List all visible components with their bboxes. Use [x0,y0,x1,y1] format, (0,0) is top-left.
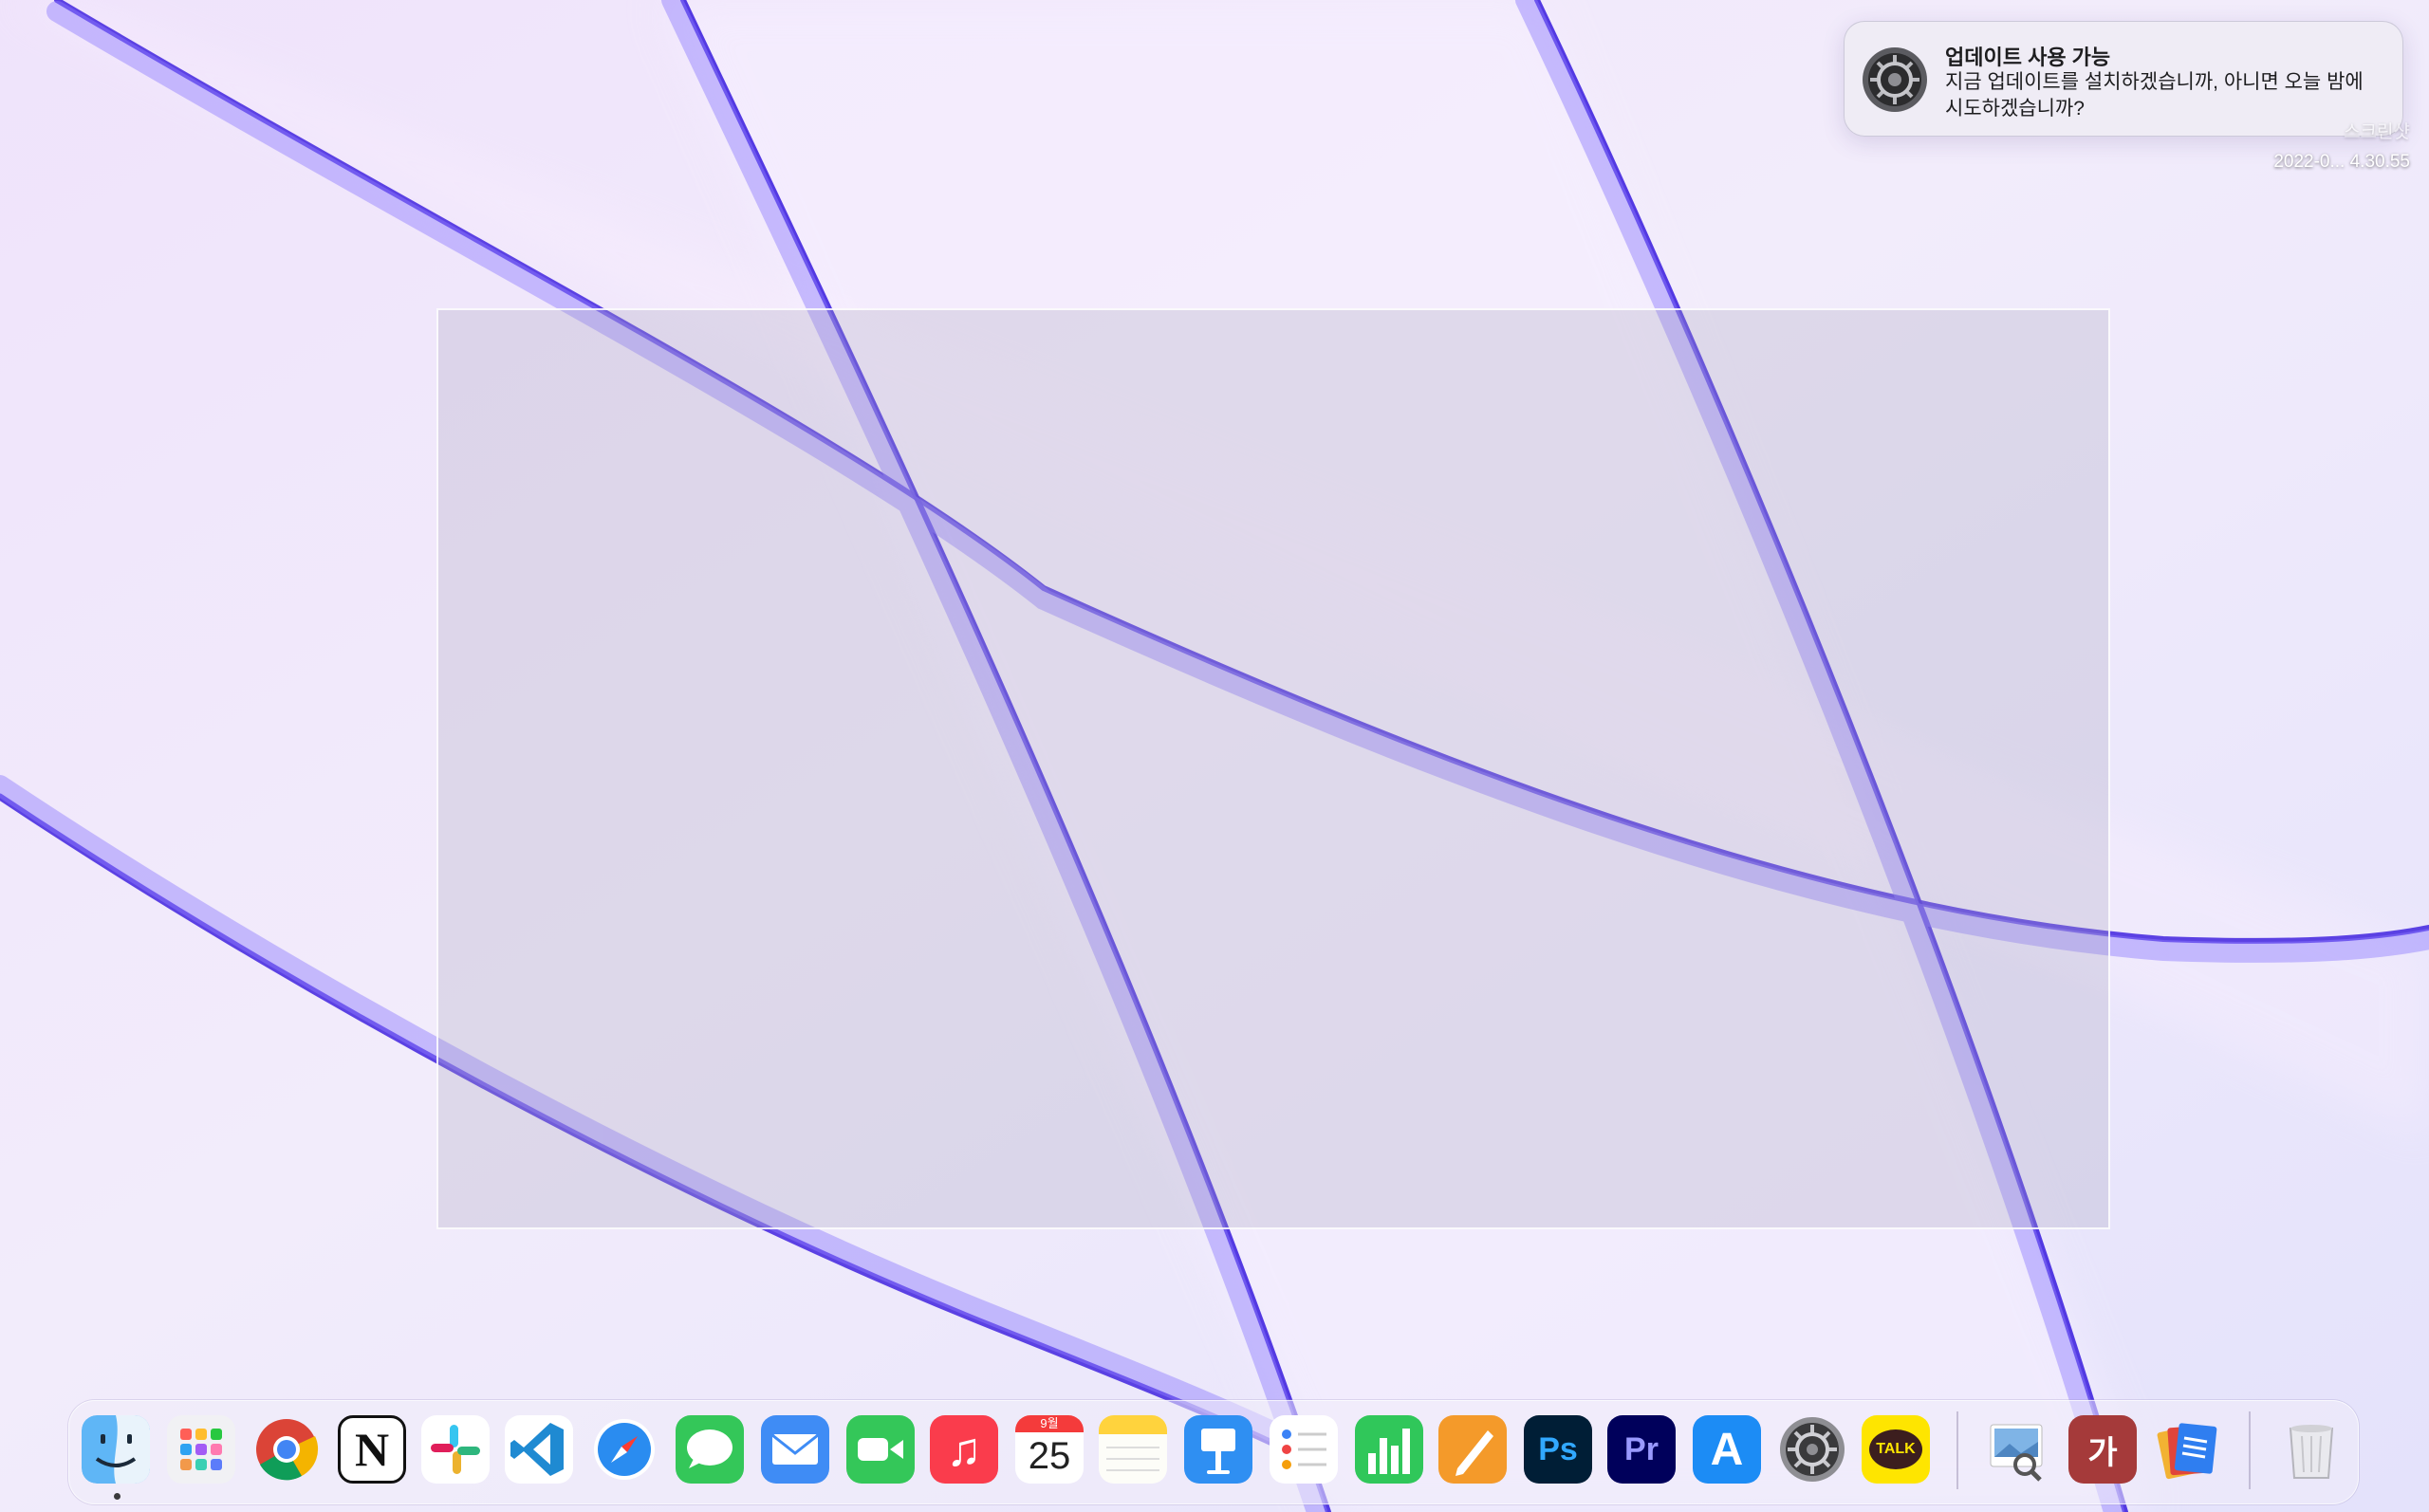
dock-premiere[interactable]: Pr [1607,1415,1676,1484]
reminders-icon [1282,1429,1326,1469]
dock-photoshop[interactable]: Ps [1524,1415,1592,1484]
preview-icon [1990,1424,2043,1482]
finder-icon [82,1415,150,1484]
trash-icon [2289,1425,2334,1479]
calendar-day: 25 [1028,1435,1071,1477]
dock-trash[interactable] [2277,1415,2346,1484]
calendar-month: 9월 [1015,1415,1084,1432]
dock-keynote[interactable] [1184,1415,1252,1484]
dock-slack[interactable] [421,1415,490,1484]
dock-music[interactable]: ♫ [930,1415,998,1484]
dock-separator [2249,1411,2251,1489]
system-preferences-icon [1780,1417,1845,1482]
notification-body: 지금 업데이트를 설치하겠습니까, 아니면 오늘 밤에 시도하겠습니까? [1945,71,2364,120]
dock-launchpad[interactable] [167,1415,235,1484]
dock-mail[interactable] [761,1415,829,1484]
safari-icon [594,1419,655,1480]
vscode-icon [510,1423,564,1476]
documents-stack-icon [2157,1423,2217,1480]
dock-safari[interactable] [590,1415,658,1484]
slack-icon [431,1425,480,1474]
finder-running-indicator [114,1493,121,1500]
dock-separator [1956,1411,1958,1489]
dock-finder[interactable] [82,1415,150,1484]
screenshot-thumbnail-name[interactable]: 스크린샷 [2258,118,2410,143]
dock-pages[interactable] [1438,1415,1507,1484]
dock-notes[interactable] [1099,1415,1167,1484]
dock-numbers[interactable] [1355,1415,1423,1484]
premiere-icon: Pr [1624,1430,1659,1467]
dock-messages[interactable] [676,1415,744,1484]
system-preferences-gear-icon [1863,47,1927,112]
messages-icon [687,1429,732,1468]
dictionary-icon: 가 [2087,1434,2118,1471]
launchpad-icon [180,1429,222,1470]
dock-notion[interactable]: N [338,1415,406,1484]
dock-documents-stack[interactable] [2152,1415,2220,1484]
dock-calendar[interactable]: 9월 25 [1015,1415,1084,1484]
pages-icon [1456,1430,1493,1476]
dock-chrome[interactable] [252,1415,321,1484]
music-icon: ♫ [946,1423,982,1476]
kakaotalk-icon: TALK [1869,1429,1922,1469]
app-store-icon: A [1710,1424,1744,1475]
chrome-icon [256,1419,319,1481]
screenshot-thumbnail-date[interactable]: 2022-0... 4.30.55 [2258,152,2410,173]
keynote-icon [1201,1429,1235,1474]
dock-dictionary[interactable]: 가 [2068,1415,2137,1484]
notion-icon: N [354,1423,390,1476]
notification-title: 업데이트 사용 가능 [1945,46,2111,69]
notes-icon [1099,1415,1167,1471]
facetime-icon [858,1438,903,1461]
dock-app-store[interactable]: A [1693,1415,1761,1484]
screenshot-selection-area[interactable] [436,308,2110,1229]
dock-facetime[interactable] [846,1415,915,1484]
photoshop-icon: Ps [1538,1430,1578,1467]
dock-vscode[interactable] [505,1415,573,1484]
dock-system-preferences[interactable] [1778,1415,1846,1484]
dock-reminders[interactable] [1270,1415,1338,1484]
dock-kakaotalk[interactable]: TALK [1862,1415,1930,1484]
dock-preview[interactable] [1983,1415,2051,1484]
numbers-icon [1368,1429,1410,1474]
mail-icon [771,1433,819,1465]
